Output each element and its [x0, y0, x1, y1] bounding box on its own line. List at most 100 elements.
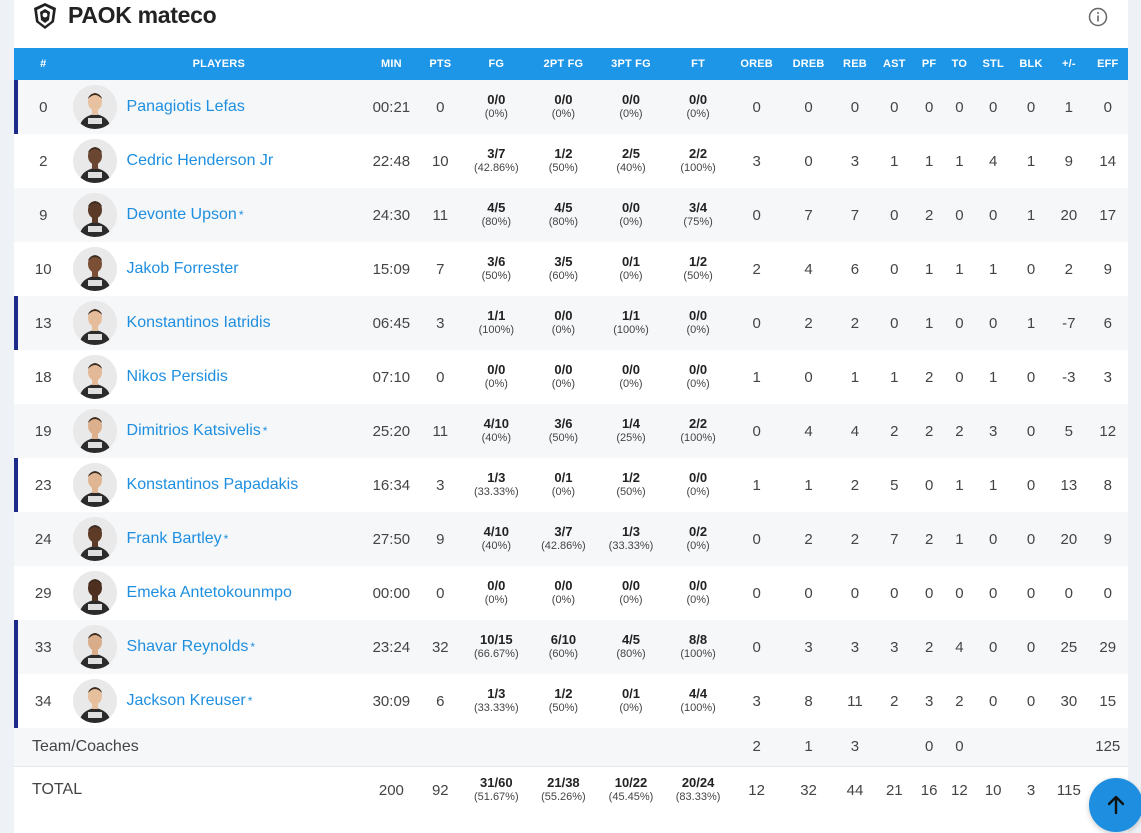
fg-made: 31/60	[480, 775, 513, 791]
minutes: 25:20	[372, 422, 411, 440]
ft-pct: (0%)	[686, 486, 710, 498]
fg3: 1/2 (50%)	[597, 458, 665, 512]
player-name-link[interactable]: Panagiotis Lefas	[127, 98, 245, 116]
plus-minus: 30	[1060, 692, 1078, 710]
column-header[interactable]: FT	[665, 48, 732, 80]
player-avatar[interactable]	[72, 571, 117, 615]
column-header[interactable]: PF	[914, 48, 944, 80]
ft: 3/4 (75%)	[665, 188, 732, 242]
player-name-link[interactable]: Jackson Kreuser	[127, 692, 246, 710]
fg: 4/10 (40%)	[463, 512, 530, 566]
column-header[interactable]: PTS	[418, 48, 463, 80]
jersey-number: 19	[34, 422, 52, 440]
fg-pct: (33.33%)	[473, 702, 519, 714]
player-name-link[interactable]: Frank Bartley	[127, 530, 222, 548]
to: 0	[955, 368, 964, 386]
oreb: 0	[752, 530, 761, 548]
player-name-link[interactable]: Jakob Forrester	[127, 260, 239, 278]
ft: 0/0 (0%)	[665, 350, 732, 404]
fg2-made: 0/0	[554, 362, 573, 377]
player-name-link[interactable]: Cedric Henderson Jr	[127, 152, 274, 170]
player-avatar[interactable]	[72, 625, 117, 669]
column-header[interactable]: DREB	[782, 48, 835, 80]
jersey-number: 13	[14, 296, 73, 350]
column-header[interactable]: #	[14, 48, 73, 80]
fg2: 0/0 (0%)	[530, 80, 598, 134]
player-avatar[interactable]	[72, 139, 117, 183]
empty-cell	[975, 728, 1012, 766]
player-avatar[interactable]	[72, 247, 117, 291]
eff: 125	[1095, 738, 1121, 756]
info-icon[interactable]	[1088, 7, 1108, 27]
fg-pct: (80%)	[481, 216, 511, 228]
ft-made: 2/2	[689, 146, 708, 161]
player-avatar[interactable]	[72, 409, 117, 453]
fg3-made: 1/2	[621, 470, 641, 485]
player-name-link[interactable]: Nikos Persidis	[127, 368, 228, 386]
points: 7	[436, 260, 445, 278]
player-avatar[interactable]	[72, 463, 117, 507]
dreb: 4	[804, 422, 813, 440]
column-header[interactable]: 3PT FG	[597, 48, 665, 80]
player-cell: Panagiotis Lefas	[72, 80, 366, 134]
column-header[interactable]: EFF	[1088, 48, 1128, 80]
player-avatar[interactable]	[72, 85, 117, 129]
ft-made: 20/24	[681, 775, 715, 791]
column-header[interactable]: TO	[944, 48, 974, 80]
fg2-made: 4/5	[554, 200, 573, 215]
eff: 8	[1103, 476, 1112, 494]
column-header[interactable]: FG	[463, 48, 530, 80]
player-name-link[interactable]: Emeka Antetokounmpo	[127, 584, 292, 602]
pf: 2	[924, 638, 934, 656]
fg2-made: 0/0	[554, 92, 573, 107]
player-avatar[interactable]	[72, 679, 117, 723]
player-name-link[interactable]: Konstantinos Papadakis	[127, 476, 299, 494]
player-name-link[interactable]: Shavar Reynolds	[127, 638, 249, 656]
blk: 0	[1026, 476, 1036, 494]
oreb: 2	[752, 260, 761, 278]
fg-made: 1/3	[487, 686, 506, 701]
to: 1	[955, 476, 964, 494]
blk: 0	[1026, 422, 1036, 440]
reb: 4	[850, 422, 860, 440]
ft-made: 0/0	[689, 362, 708, 377]
ft-pct: (0%)	[686, 108, 710, 120]
column-header[interactable]: +/-	[1050, 48, 1087, 80]
pf: 0	[924, 738, 934, 756]
player-avatar[interactable]	[72, 193, 117, 237]
blk: 0	[1026, 98, 1036, 116]
column-header[interactable]: AST	[875, 48, 914, 80]
pf: 1	[924, 152, 934, 170]
column-header[interactable]: REB	[835, 48, 874, 80]
stl: 1	[989, 260, 998, 278]
player-avatar[interactable]	[72, 355, 117, 399]
to: 0	[955, 98, 964, 116]
column-header[interactable]: PLAYERS	[73, 48, 366, 80]
blk: 0	[1026, 584, 1036, 602]
plus-minus: 2	[1064, 260, 1074, 278]
blk: 1	[1026, 206, 1036, 224]
dreb: 2	[804, 530, 813, 548]
column-header[interactable]: BLK	[1012, 48, 1050, 80]
player-cell: Frank Bartley *	[72, 512, 366, 566]
column-header[interactable]: STL	[975, 48, 1012, 80]
column-header[interactable]: MIN	[365, 48, 417, 80]
player-avatar[interactable]	[72, 517, 117, 561]
ft-pct: (100%)	[680, 162, 716, 174]
stl: 4	[989, 152, 998, 170]
player-name-link[interactable]: Konstantinos Iatridis	[127, 314, 271, 332]
player-name-link[interactable]: Dimitrios Katsivelis	[127, 422, 261, 440]
column-header[interactable]: 2PT FG	[530, 48, 598, 80]
captain-star-marker: *	[247, 694, 253, 708]
fg3-pct: (40%)	[616, 162, 646, 174]
fg3-made: 0/1	[621, 686, 641, 701]
player-avatar[interactable]	[72, 301, 117, 345]
player-cell: Jackson Kreuser *	[72, 674, 366, 728]
pf: 16	[920, 781, 938, 799]
player-name-link[interactable]: Devonte Upson	[127, 206, 237, 224]
scroll-to-top-button[interactable]	[1089, 778, 1141, 832]
column-header[interactable]: OREB	[731, 48, 781, 80]
ft: 2/2 (100%)	[665, 404, 732, 458]
stl: 0	[989, 638, 998, 656]
blk: 0	[1026, 638, 1036, 656]
